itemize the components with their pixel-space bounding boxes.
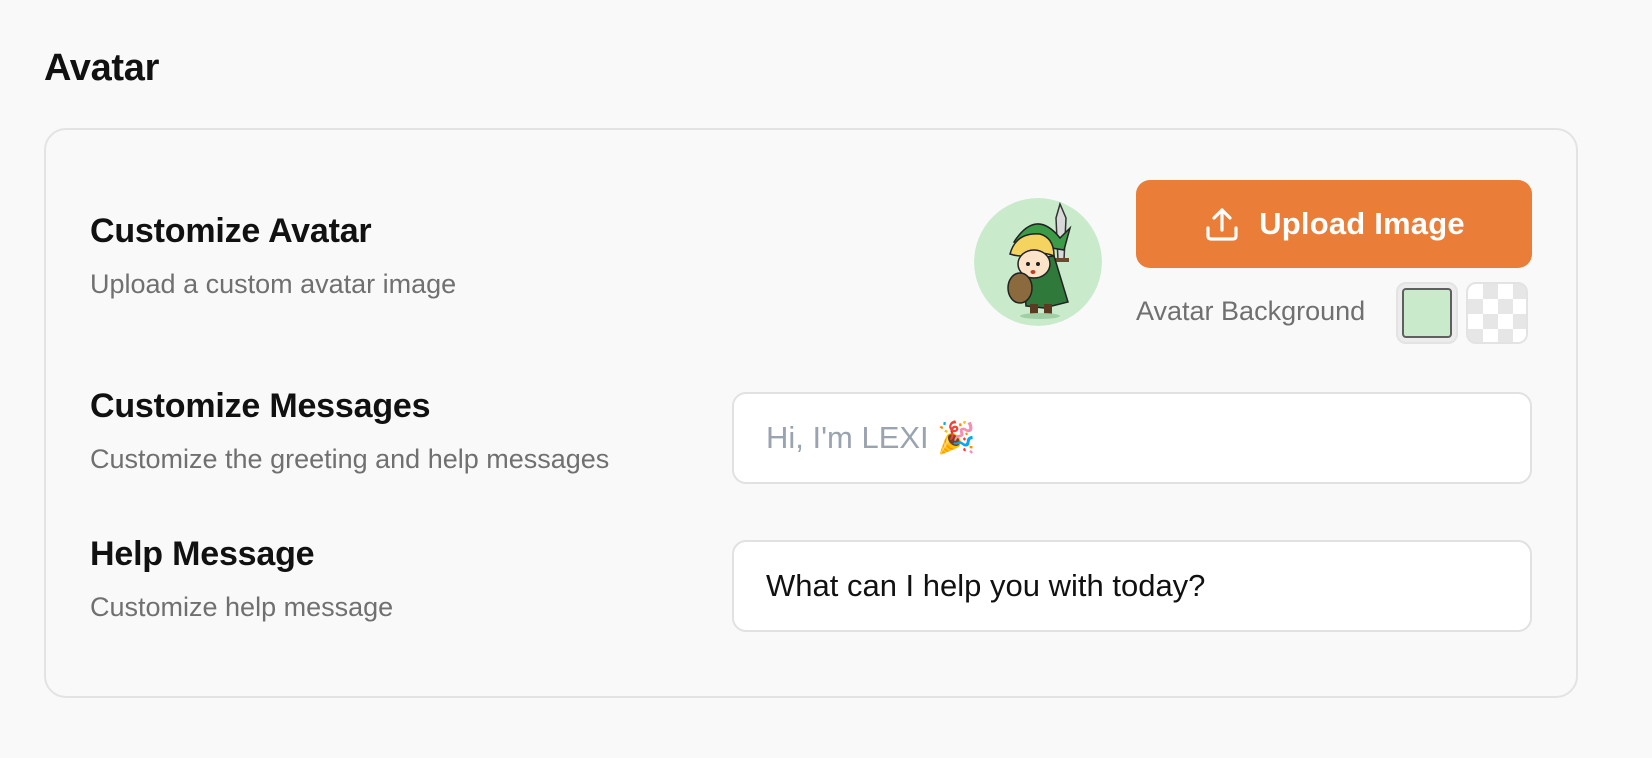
customize-messages-subtitle: Customize the greeting and help messages xyxy=(90,444,610,474)
customize-avatar-subtitle: Upload a custom avatar image xyxy=(90,269,457,299)
upload-image-button[interactable]: Upload Image xyxy=(1136,180,1532,268)
help-message-input[interactable] xyxy=(732,540,1532,632)
help-message-subtitle: Customize help message xyxy=(90,592,394,622)
page-title: Avatar xyxy=(44,47,160,89)
avatar-background-swatch-transparent[interactable] xyxy=(1466,282,1528,344)
upload-icon xyxy=(1203,205,1241,243)
avatar-preview xyxy=(974,198,1102,326)
customize-avatar-title: Customize Avatar xyxy=(90,212,372,250)
greeting-message-input[interactable] xyxy=(732,392,1532,484)
avatar-settings-card: Customize Avatar Upload a custom avatar … xyxy=(44,128,1578,698)
avatar-background-label: Avatar Background xyxy=(1136,296,1366,326)
upload-image-label: Upload Image xyxy=(1259,206,1465,241)
customize-messages-title: Customize Messages xyxy=(90,387,431,425)
help-message-title: Help Message xyxy=(90,535,315,573)
avatar-character-image xyxy=(974,198,1102,326)
avatar-background-swatch-green[interactable] xyxy=(1396,282,1458,344)
swatch-green-fill xyxy=(1402,288,1452,338)
